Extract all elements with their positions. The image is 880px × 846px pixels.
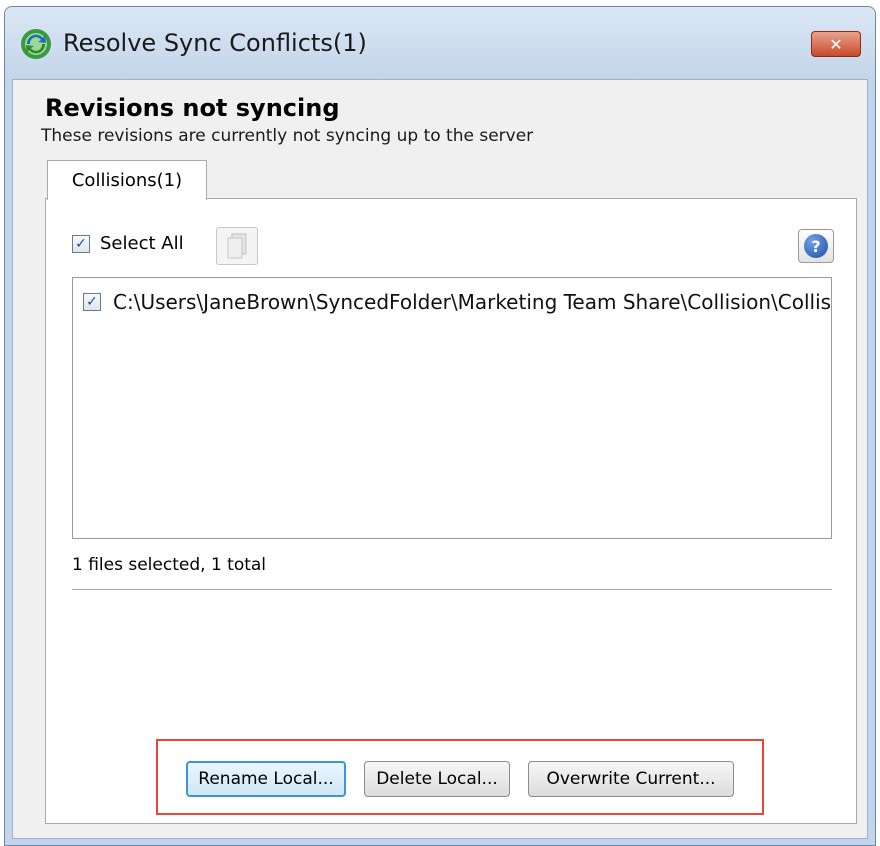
help-icon: ? (804, 234, 828, 258)
dialog-client-area: Revisions not syncing These revisions ar… (12, 79, 868, 839)
tab-panel-collisions: ✓ Select All ? ✓ C:\Users\JaneBrown\Sync… (45, 198, 857, 824)
sync-icon (21, 29, 51, 59)
title-bar[interactable]: Resolve Sync Conflicts(1) ✕ (5, 7, 875, 79)
rename-local-button[interactable]: Rename Local... (186, 761, 346, 797)
list-item-path: C:\Users\JaneBrown\SyncedFolder\Marketin… (113, 290, 832, 314)
files-button[interactable] (216, 227, 258, 265)
select-all-checkbox[interactable]: ✓ (72, 234, 90, 253)
dialog-window: Resolve Sync Conflicts(1) ✕ Revisions no… (4, 6, 876, 846)
close-button[interactable]: ✕ (811, 31, 861, 57)
select-all-label[interactable]: Select All (100, 233, 184, 254)
checkmark-icon: ✓ (75, 235, 87, 252)
window-title: Resolve Sync Conflicts(1) (63, 29, 367, 57)
select-all-row: ✓ Select All (72, 233, 184, 254)
help-button[interactable]: ? (798, 229, 834, 263)
list-item[interactable]: ✓ C:\Users\JaneBrown\SyncedFolder\Market… (83, 290, 832, 314)
section-title: Revisions not syncing (45, 94, 340, 122)
overwrite-current-button[interactable]: Overwrite Current... (528, 761, 734, 797)
section-subtitle: These revisions are currently not syncin… (41, 126, 534, 146)
tab-collisions[interactable]: Collisions(1) (47, 160, 207, 200)
delete-local-button[interactable]: Delete Local... (364, 761, 510, 797)
action-button-group: Rename Local... Delete Local... Overwrit… (156, 739, 764, 815)
files-icon (227, 233, 247, 259)
list-item-checkbox[interactable]: ✓ (83, 293, 101, 311)
close-icon: ✕ (829, 34, 843, 54)
collision-file-list[interactable]: ✓ C:\Users\JaneBrown\SyncedFolder\Market… (72, 277, 832, 539)
selection-status: 1 files selected, 1 total (72, 555, 267, 575)
divider (72, 589, 832, 590)
checkmark-icon: ✓ (86, 294, 98, 310)
